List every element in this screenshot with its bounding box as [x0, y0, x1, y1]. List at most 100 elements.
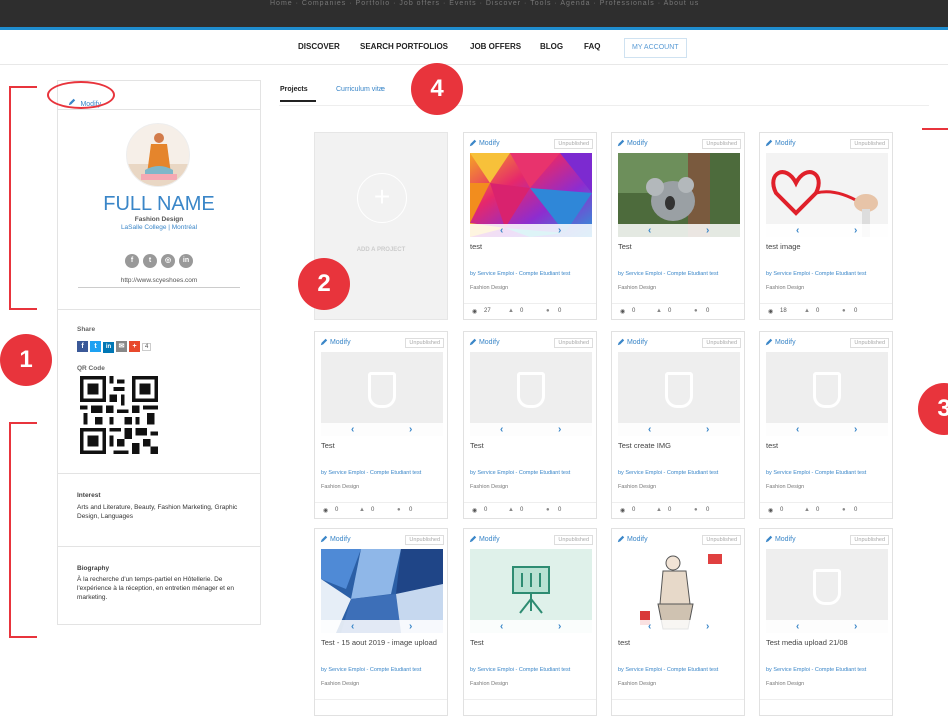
- carousel-next-icon[interactable]: ›: [706, 620, 709, 633]
- project-author-link[interactable]: by Service Emploi - Compte Etudiant test: [470, 470, 592, 477]
- carousel-prev-icon[interactable]: ‹: [648, 423, 651, 436]
- card-modify-link[interactable]: Modify: [617, 139, 648, 147]
- project-card[interactable]: Modify Unpublished ‹ › test by Service Emploi…: [463, 132, 597, 320]
- nav-faq[interactable]: FAQ: [584, 42, 600, 51]
- project-title[interactable]: test: [470, 241, 592, 252]
- carousel-next-icon[interactable]: ›: [558, 620, 561, 633]
- project-card[interactable]: Modify Unpublished ‹ › Test by Service Emploi…: [314, 331, 448, 519]
- project-title[interactable]: Test: [618, 241, 740, 252]
- linkedin-share-icon[interactable]: in: [103, 342, 114, 353]
- project-author-link[interactable]: by Service Emploi - Compte Etudiant test: [470, 271, 592, 278]
- card-modify-link[interactable]: Modify: [765, 535, 796, 543]
- carousel-next-icon[interactable]: ›: [558, 423, 561, 436]
- project-thumbnail[interactable]: ‹ ›: [766, 549, 888, 633]
- project-thumbnail[interactable]: ‹ ›: [766, 352, 888, 436]
- tab-projects[interactable]: Projects: [280, 86, 316, 102]
- carousel-next-icon[interactable]: ›: [854, 224, 857, 237]
- card-modify-link[interactable]: Modify: [469, 338, 500, 346]
- carousel-next-icon[interactable]: ›: [706, 423, 709, 436]
- card-modify-link[interactable]: Modify: [765, 338, 796, 346]
- project-card[interactable]: Modify Unpublished ‹ › Test - 15 aout 2019 -…: [314, 528, 448, 716]
- comments-icon: ●: [842, 507, 846, 513]
- project-card[interactable]: Modify Unpublished ‹ › test by Service Emploi…: [611, 528, 745, 716]
- carousel-next-icon[interactable]: ›: [558, 224, 561, 237]
- project-card[interactable]: Modify Unpublished ‹ › Test media upload 21/…: [759, 528, 893, 716]
- project-author-link[interactable]: by Service Emploi - Compte Etudiant test: [321, 470, 443, 477]
- carousel-next-icon[interactable]: ›: [409, 620, 412, 633]
- carousel-prev-icon[interactable]: ‹: [351, 620, 354, 633]
- card-modify-link[interactable]: Modify: [469, 139, 500, 147]
- project-card[interactable]: Modify Unpublished ‹ › Test create IMG by Ser…: [611, 331, 745, 519]
- project-author-link[interactable]: by Service Emploi - Compte Etudiant test: [766, 271, 888, 278]
- project-card[interactable]: Modify Unpublished ‹ › Test by Service Emploi…: [463, 331, 597, 519]
- carousel-prev-icon[interactable]: ‹: [500, 224, 503, 237]
- project-title[interactable]: Test - 15 aout 2019 - image upload: [321, 637, 443, 648]
- project-card[interactable]: Modify Unpublished ‹ › test image by Service …: [759, 132, 893, 320]
- project-thumbnail[interactable]: ‹ ›: [618, 153, 740, 237]
- nav-search-portfolios[interactable]: SEARCH PORTFOLIOS: [360, 42, 448, 51]
- project-author-link[interactable]: by Service Emploi - Compte Etudiant test: [470, 667, 592, 674]
- project-title[interactable]: Test create IMG: [618, 440, 740, 451]
- card-modify-link[interactable]: Modify: [320, 338, 351, 346]
- carousel-prev-icon[interactable]: ‹: [796, 224, 799, 237]
- card-modify-link[interactable]: Modify: [617, 535, 648, 543]
- project-thumbnail[interactable]: ‹ ›: [618, 352, 740, 436]
- twitter-share-icon[interactable]: t: [90, 341, 101, 352]
- nav-job-offers[interactable]: JOB OFFERS: [470, 42, 521, 51]
- more-share-icon[interactable]: +: [129, 341, 140, 352]
- project-thumbnail[interactable]: ‹ ›: [766, 153, 888, 237]
- carousel-next-icon[interactable]: ›: [854, 620, 857, 633]
- project-thumbnail[interactable]: ‹ ›: [470, 549, 592, 633]
- project-author-link[interactable]: by Service Emploi - Compte Etudiant test: [321, 667, 443, 674]
- card-modify-link[interactable]: Modify: [320, 535, 351, 543]
- project-card[interactable]: Modify Unpublished ‹ › test by Service Emploi…: [759, 331, 893, 519]
- project-title[interactable]: test: [766, 440, 888, 451]
- project-thumbnail[interactable]: ‹ ›: [470, 153, 592, 237]
- linkedin-icon[interactable]: in: [179, 254, 193, 268]
- project-title[interactable]: Test media upload 21/08: [766, 637, 888, 648]
- carousel-prev-icon[interactable]: ‹: [796, 620, 799, 633]
- project-thumbnail[interactable]: ‹ ›: [618, 549, 740, 633]
- nav-discover[interactable]: DISCOVER: [298, 42, 340, 51]
- card-modify-link[interactable]: Modify: [765, 139, 796, 147]
- project-title[interactable]: test: [618, 637, 740, 648]
- project-author-link[interactable]: by Service Emploi - Compte Etudiant test: [766, 470, 888, 477]
- tab-curriculum-vitae[interactable]: Curriculum vitæ: [336, 86, 385, 93]
- project-card[interactable]: Modify Unpublished ‹ › Test by Service Emploi…: [463, 528, 597, 716]
- project-title[interactable]: Test: [470, 440, 592, 451]
- project-thumbnail[interactable]: ‹ ›: [321, 549, 443, 633]
- project-category: Fashion Design: [766, 681, 805, 687]
- card-modify-link[interactable]: Modify: [617, 338, 648, 346]
- carousel-prev-icon[interactable]: ‹: [648, 224, 651, 237]
- carousel-prev-icon[interactable]: ‹: [500, 620, 503, 633]
- project-title[interactable]: test image: [766, 241, 888, 252]
- project-card[interactable]: Modify Unpublished ‹ › Test by Service Emploi…: [611, 132, 745, 320]
- instagram-icon[interactable]: ◎: [161, 254, 175, 268]
- website-link[interactable]: http://www.scyeshoes.com: [78, 277, 240, 288]
- project-author-link[interactable]: by Service Emploi - Compte Etudiant test: [618, 271, 740, 278]
- card-modify-link[interactable]: Modify: [469, 535, 500, 543]
- my-account-button[interactable]: MY ACCOUNT: [624, 38, 687, 58]
- project-thumbnail[interactable]: ‹ ›: [470, 352, 592, 436]
- school-link[interactable]: LaSalle College | Montréal: [58, 224, 260, 231]
- carousel-next-icon[interactable]: ›: [854, 423, 857, 436]
- twitter-icon[interactable]: t: [143, 254, 157, 268]
- top-links[interactable]: Home · Companies · Portfolio · Job offer…: [270, 0, 699, 7]
- carousel-next-icon[interactable]: ›: [409, 423, 412, 436]
- project-title[interactable]: Test: [321, 440, 443, 451]
- project-author-link[interactable]: by Service Emploi - Compte Etudiant test: [618, 470, 740, 477]
- carousel-prev-icon[interactable]: ‹: [500, 423, 503, 436]
- project-author-link[interactable]: by Service Emploi - Compte Etudiant test: [766, 667, 888, 674]
- carousel-prev-icon[interactable]: ‹: [796, 423, 799, 436]
- carousel-next-icon[interactable]: ›: [706, 224, 709, 237]
- facebook-share-icon[interactable]: f: [77, 341, 88, 352]
- carousel-prev-icon[interactable]: ‹: [351, 423, 354, 436]
- carousel-prev-icon[interactable]: ‹: [648, 620, 651, 633]
- email-share-icon[interactable]: ✉: [116, 341, 127, 352]
- facebook-icon[interactable]: f: [125, 254, 139, 268]
- views-count: 0: [335, 507, 339, 513]
- project-thumbnail[interactable]: ‹ ›: [321, 352, 443, 436]
- nav-blog[interactable]: BLOG: [540, 42, 563, 51]
- project-author-link[interactable]: by Service Emploi - Compte Etudiant test: [618, 667, 740, 674]
- project-title[interactable]: Test: [470, 637, 592, 648]
